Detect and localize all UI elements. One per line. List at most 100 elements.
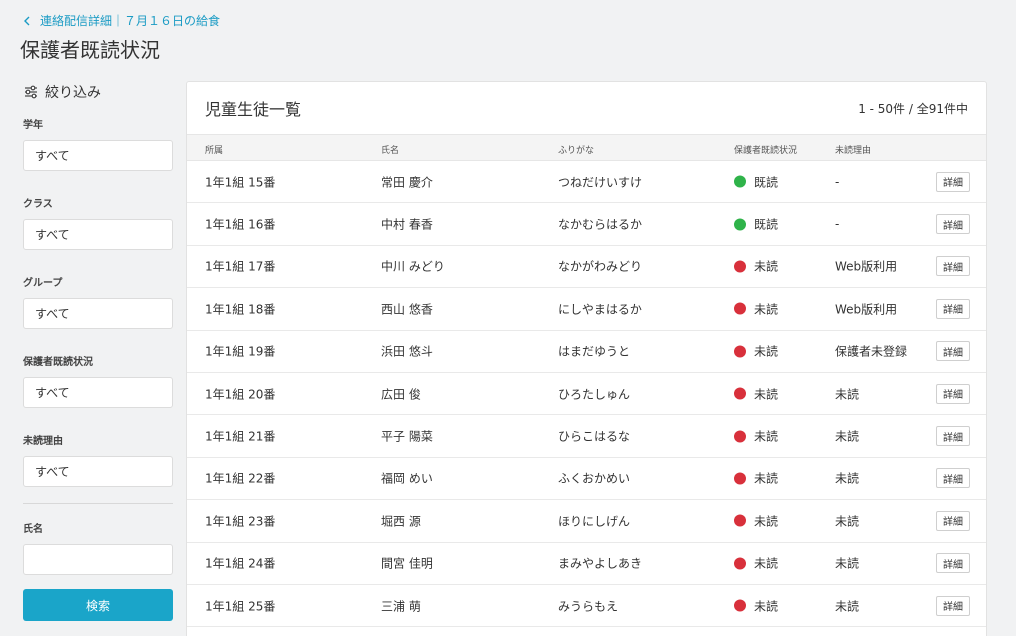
page-title: 保護者既読状況 xyxy=(20,38,160,62)
status-label: 未読 xyxy=(754,302,779,317)
cell-unread-reason: 未読 xyxy=(835,429,860,444)
chevron-left-icon xyxy=(24,16,30,25)
cell-kana: はまだゆうと xyxy=(558,344,631,359)
column-header-read-status: 保護者既読状況 xyxy=(734,146,798,156)
status-dot-icon xyxy=(734,599,746,612)
cell-unread-reason: 未読 xyxy=(835,471,860,486)
detail-button[interactable]: 詳細 xyxy=(936,510,970,531)
unread-reason-select[interactable]: すべて xyxy=(23,456,173,487)
cell-class: 1年1組 19番 xyxy=(205,344,276,359)
cell-name: 堀西 源 xyxy=(381,514,421,529)
cell-class: 1年1組 24番 xyxy=(205,556,276,571)
status-dot-icon xyxy=(734,514,746,527)
cell-class: 1年1組 17番 xyxy=(205,259,276,274)
status-label: 未読 xyxy=(754,556,779,571)
status-label: 未読 xyxy=(754,259,779,274)
cell-name: 常田 慶介 xyxy=(381,175,433,190)
read-status-select[interactable]: すべて xyxy=(23,377,173,408)
cell-class: 1年1組 21番 xyxy=(205,429,276,444)
cell-kana: なかむらはるか xyxy=(558,217,643,232)
status-dot-icon xyxy=(734,218,746,231)
detail-button[interactable]: 詳細 xyxy=(936,426,970,447)
search-button[interactable]: 検索 xyxy=(23,589,173,621)
detail-button[interactable]: 詳細 xyxy=(936,383,970,404)
grade-label: 学年 xyxy=(23,120,43,131)
cell-unread-reason: 未読 xyxy=(835,556,860,571)
status-label: 既読 xyxy=(754,175,779,190)
status-dot-icon xyxy=(734,387,746,400)
table-row: 1年1組 17番 中川 みどり なかがわみどり 未読 Web版利用 詳細 xyxy=(187,246,986,289)
read-status-label: 保護者既読状況 xyxy=(23,357,93,368)
detail-button[interactable]: 詳細 xyxy=(936,214,970,235)
status-dot-icon xyxy=(734,430,746,443)
cell-read-status: 未読 xyxy=(734,343,778,360)
name-input[interactable] xyxy=(23,544,173,575)
class-label: クラス xyxy=(23,199,53,210)
table-row: 1年1組 25番 三浦 萌 みうらもえ 未読 未読 詳細 xyxy=(187,585,986,628)
cell-kana: つねだけいすけ xyxy=(558,175,643,190)
panel-title: 児童生徒一覧 xyxy=(205,100,302,119)
table-row: 1年1組 24番 間宮 佳明 まみやよしあき 未読 未読 詳細 xyxy=(187,543,986,585)
table-row: 1年1組 23番 堀西 源 ほりにしげん 未読 未読 詳細 xyxy=(187,500,986,543)
cell-read-status: 既読 xyxy=(734,216,778,233)
cell-unread-reason: 保護者未登録 xyxy=(835,344,908,359)
cell-name: 三浦 萌 xyxy=(381,599,421,614)
status-dot-icon xyxy=(734,557,746,570)
status-label: 未読 xyxy=(754,429,779,444)
filter-title: 絞り込み xyxy=(45,85,101,101)
breadcrumb[interactable]: 連絡配信詳細｜７月１６日の給食 xyxy=(22,12,220,29)
unread-reason-label: 未読理由 xyxy=(23,436,63,447)
cell-unread-reason: 未読 xyxy=(835,514,860,529)
cell-name: 広田 俊 xyxy=(381,387,421,402)
table-row: 1年1組 16番 中村 春香 なかむらはるか 既読 - 詳細 xyxy=(187,203,986,246)
cell-kana: ひろたしゅん xyxy=(558,387,631,402)
cell-name: 浜田 悠斗 xyxy=(381,344,433,359)
cell-name: 西山 悠香 xyxy=(381,302,433,317)
cell-read-status: 未読 xyxy=(734,512,778,529)
cell-read-status: 未読 xyxy=(734,428,778,445)
cell-unread-reason: 未読 xyxy=(835,599,860,614)
detail-button[interactable]: 詳細 xyxy=(936,256,970,277)
cell-read-status: 未読 xyxy=(734,385,778,402)
cell-class: 1年1組 20番 xyxy=(205,387,276,402)
detail-button[interactable]: 詳細 xyxy=(936,171,970,192)
status-label: 未読 xyxy=(754,387,779,402)
detail-button[interactable]: 詳細 xyxy=(936,553,970,574)
status-label: 未読 xyxy=(754,514,779,529)
cell-read-status: 未読 xyxy=(734,555,778,572)
cell-class: 1年1組 22番 xyxy=(205,471,276,486)
breadcrumb-label: 連絡配信詳細｜７月１６日の給食 xyxy=(40,14,221,28)
group-select[interactable]: すべて xyxy=(23,298,173,329)
status-label: 未読 xyxy=(754,344,779,359)
cell-name: 中村 春香 xyxy=(381,217,433,232)
cell-read-status: 未読 xyxy=(734,597,778,614)
cell-kana: まみやよしあき xyxy=(558,556,643,571)
table-row: 1年1組 15番 常田 慶介 つねだけいすけ 既読 - 詳細 xyxy=(187,161,986,204)
group-label: グループ xyxy=(23,278,63,289)
status-label: 未読 xyxy=(754,471,779,486)
detail-button[interactable]: 詳細 xyxy=(936,341,970,362)
cell-read-status: 未読 xyxy=(734,470,778,487)
cell-read-status: 未読 xyxy=(734,258,778,275)
panel-header: 児童生徒一覧 1 - 50件 / 全91件中 xyxy=(187,82,986,134)
status-dot-icon xyxy=(734,345,746,358)
detail-button[interactable]: 詳細 xyxy=(936,595,970,616)
cell-name: 平子 陽菜 xyxy=(381,429,433,444)
cell-read-status: 未読 xyxy=(734,300,778,317)
cell-class: 1年1組 23番 xyxy=(205,514,276,529)
cell-unread-reason: - xyxy=(835,174,840,189)
class-select[interactable]: すべて xyxy=(23,219,173,250)
status-dot-icon xyxy=(734,175,746,188)
cell-unread-reason: 未読 xyxy=(835,387,860,402)
table-body: 1年1組 15番 常田 慶介 つねだけいすけ 既読 - 詳細 1年1組 16番 中村 春香 なか… xyxy=(187,161,986,628)
status-dot-icon xyxy=(734,302,746,315)
cell-class: 1年1組 18番 xyxy=(205,302,276,317)
filter-divider xyxy=(23,503,173,504)
detail-button[interactable]: 詳細 xyxy=(936,298,970,319)
column-header-kana: ふりがな xyxy=(558,146,595,156)
cell-kana: ふくおかめい xyxy=(558,471,631,486)
grade-select[interactable]: すべて xyxy=(23,140,173,171)
detail-button[interactable]: 詳細 xyxy=(936,468,970,489)
column-header-name: 氏名 xyxy=(381,146,400,156)
cell-class: 1年1組 16番 xyxy=(205,217,276,232)
